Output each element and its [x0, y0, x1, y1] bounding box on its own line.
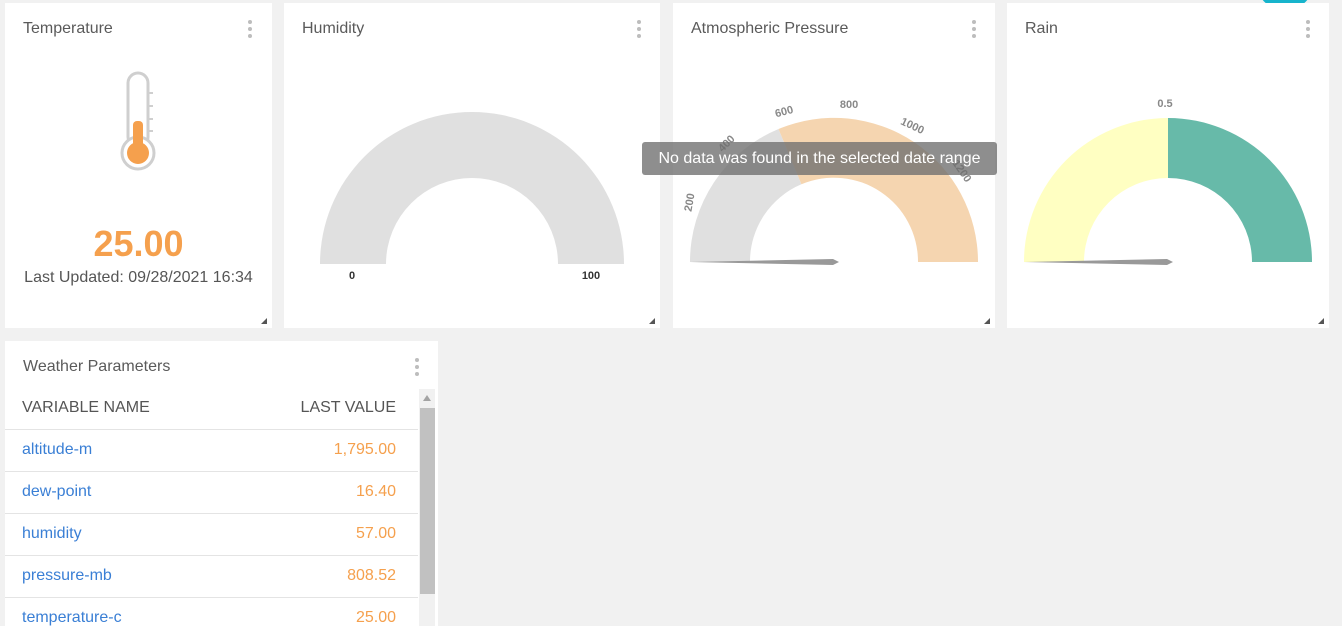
humidity-gauge: 0 100	[320, 112, 624, 282]
tick-label: 1000	[899, 116, 926, 137]
table-row[interactable]: dew-point 16.40	[5, 471, 418, 513]
variable-name-link[interactable]: temperature-c	[22, 609, 122, 626]
scroll-up-arrow-icon[interactable]	[423, 395, 431, 401]
variable-name-link[interactable]: pressure-mb	[22, 567, 112, 585]
gauge-band-left	[1024, 118, 1168, 262]
table-row[interactable]: temperature-c 25.00	[5, 597, 418, 626]
scroll-thumb[interactable]	[420, 408, 435, 594]
widget-title: Weather Parameters	[23, 358, 171, 375]
thermometer-icon	[120, 71, 156, 171]
variable-name-link[interactable]: humidity	[22, 525, 82, 543]
resize-handle[interactable]	[261, 318, 267, 324]
no-data-tooltip: No data was found in the selected date r…	[642, 142, 997, 175]
resize-handle[interactable]	[1318, 318, 1324, 324]
last-value: 16.40	[355, 483, 396, 500]
last-value: 57.00	[355, 525, 396, 542]
resize-handle[interactable]	[649, 318, 655, 324]
rain-widget: Rain 0.5	[1007, 3, 1329, 328]
table-row[interactable]: pressure-mb 808.52	[5, 555, 418, 597]
widget-menu-icon[interactable]	[247, 20, 253, 38]
variable-name-link[interactable]: altitude-m	[22, 441, 92, 459]
tick-label: 800	[840, 99, 858, 111]
tick-label: 600	[774, 104, 795, 120]
table-scrollbar[interactable]	[419, 389, 435, 626]
last-value: 1,795.00	[333, 441, 396, 458]
last-value: 25.00	[355, 609, 396, 626]
widget-menu-icon[interactable]	[414, 358, 420, 376]
widget-title: Temperature	[23, 20, 113, 37]
tick-label: 0.5	[1157, 98, 1172, 110]
table-row[interactable]: altitude-m 1,795.00	[5, 429, 418, 471]
humidity-widget: Humidity 0 100	[284, 3, 660, 328]
table-row[interactable]: humidity 57.00	[5, 513, 418, 555]
gauge-band-high	[778, 117, 979, 262]
gauge-max-label: 100	[582, 270, 600, 282]
tick-label: 200	[683, 192, 698, 212]
rain-gauge: 0.5	[1024, 98, 1312, 265]
table-header: VARIABLE NAME LAST VALUE	[5, 395, 418, 429]
last-value: 808.52	[347, 567, 396, 584]
gauge-min-label: 0	[349, 270, 355, 282]
variable-name-link[interactable]: dew-point	[22, 483, 91, 501]
gauge-arc	[320, 112, 624, 264]
last-updated-text: Last Updated: 09/28/2021 16:34	[24, 269, 253, 286]
column-header-last-value[interactable]: LAST VALUE	[301, 399, 396, 417]
temperature-value: 25.00	[93, 223, 184, 264]
temperature-widget: Temperature 25.00 Last Updated: 09/28/20…	[5, 3, 272, 328]
resize-handle[interactable]	[984, 318, 990, 324]
column-header-variable-name[interactable]: VARIABLE NAME	[22, 399, 150, 417]
gauge-band-right	[1168, 118, 1312, 262]
